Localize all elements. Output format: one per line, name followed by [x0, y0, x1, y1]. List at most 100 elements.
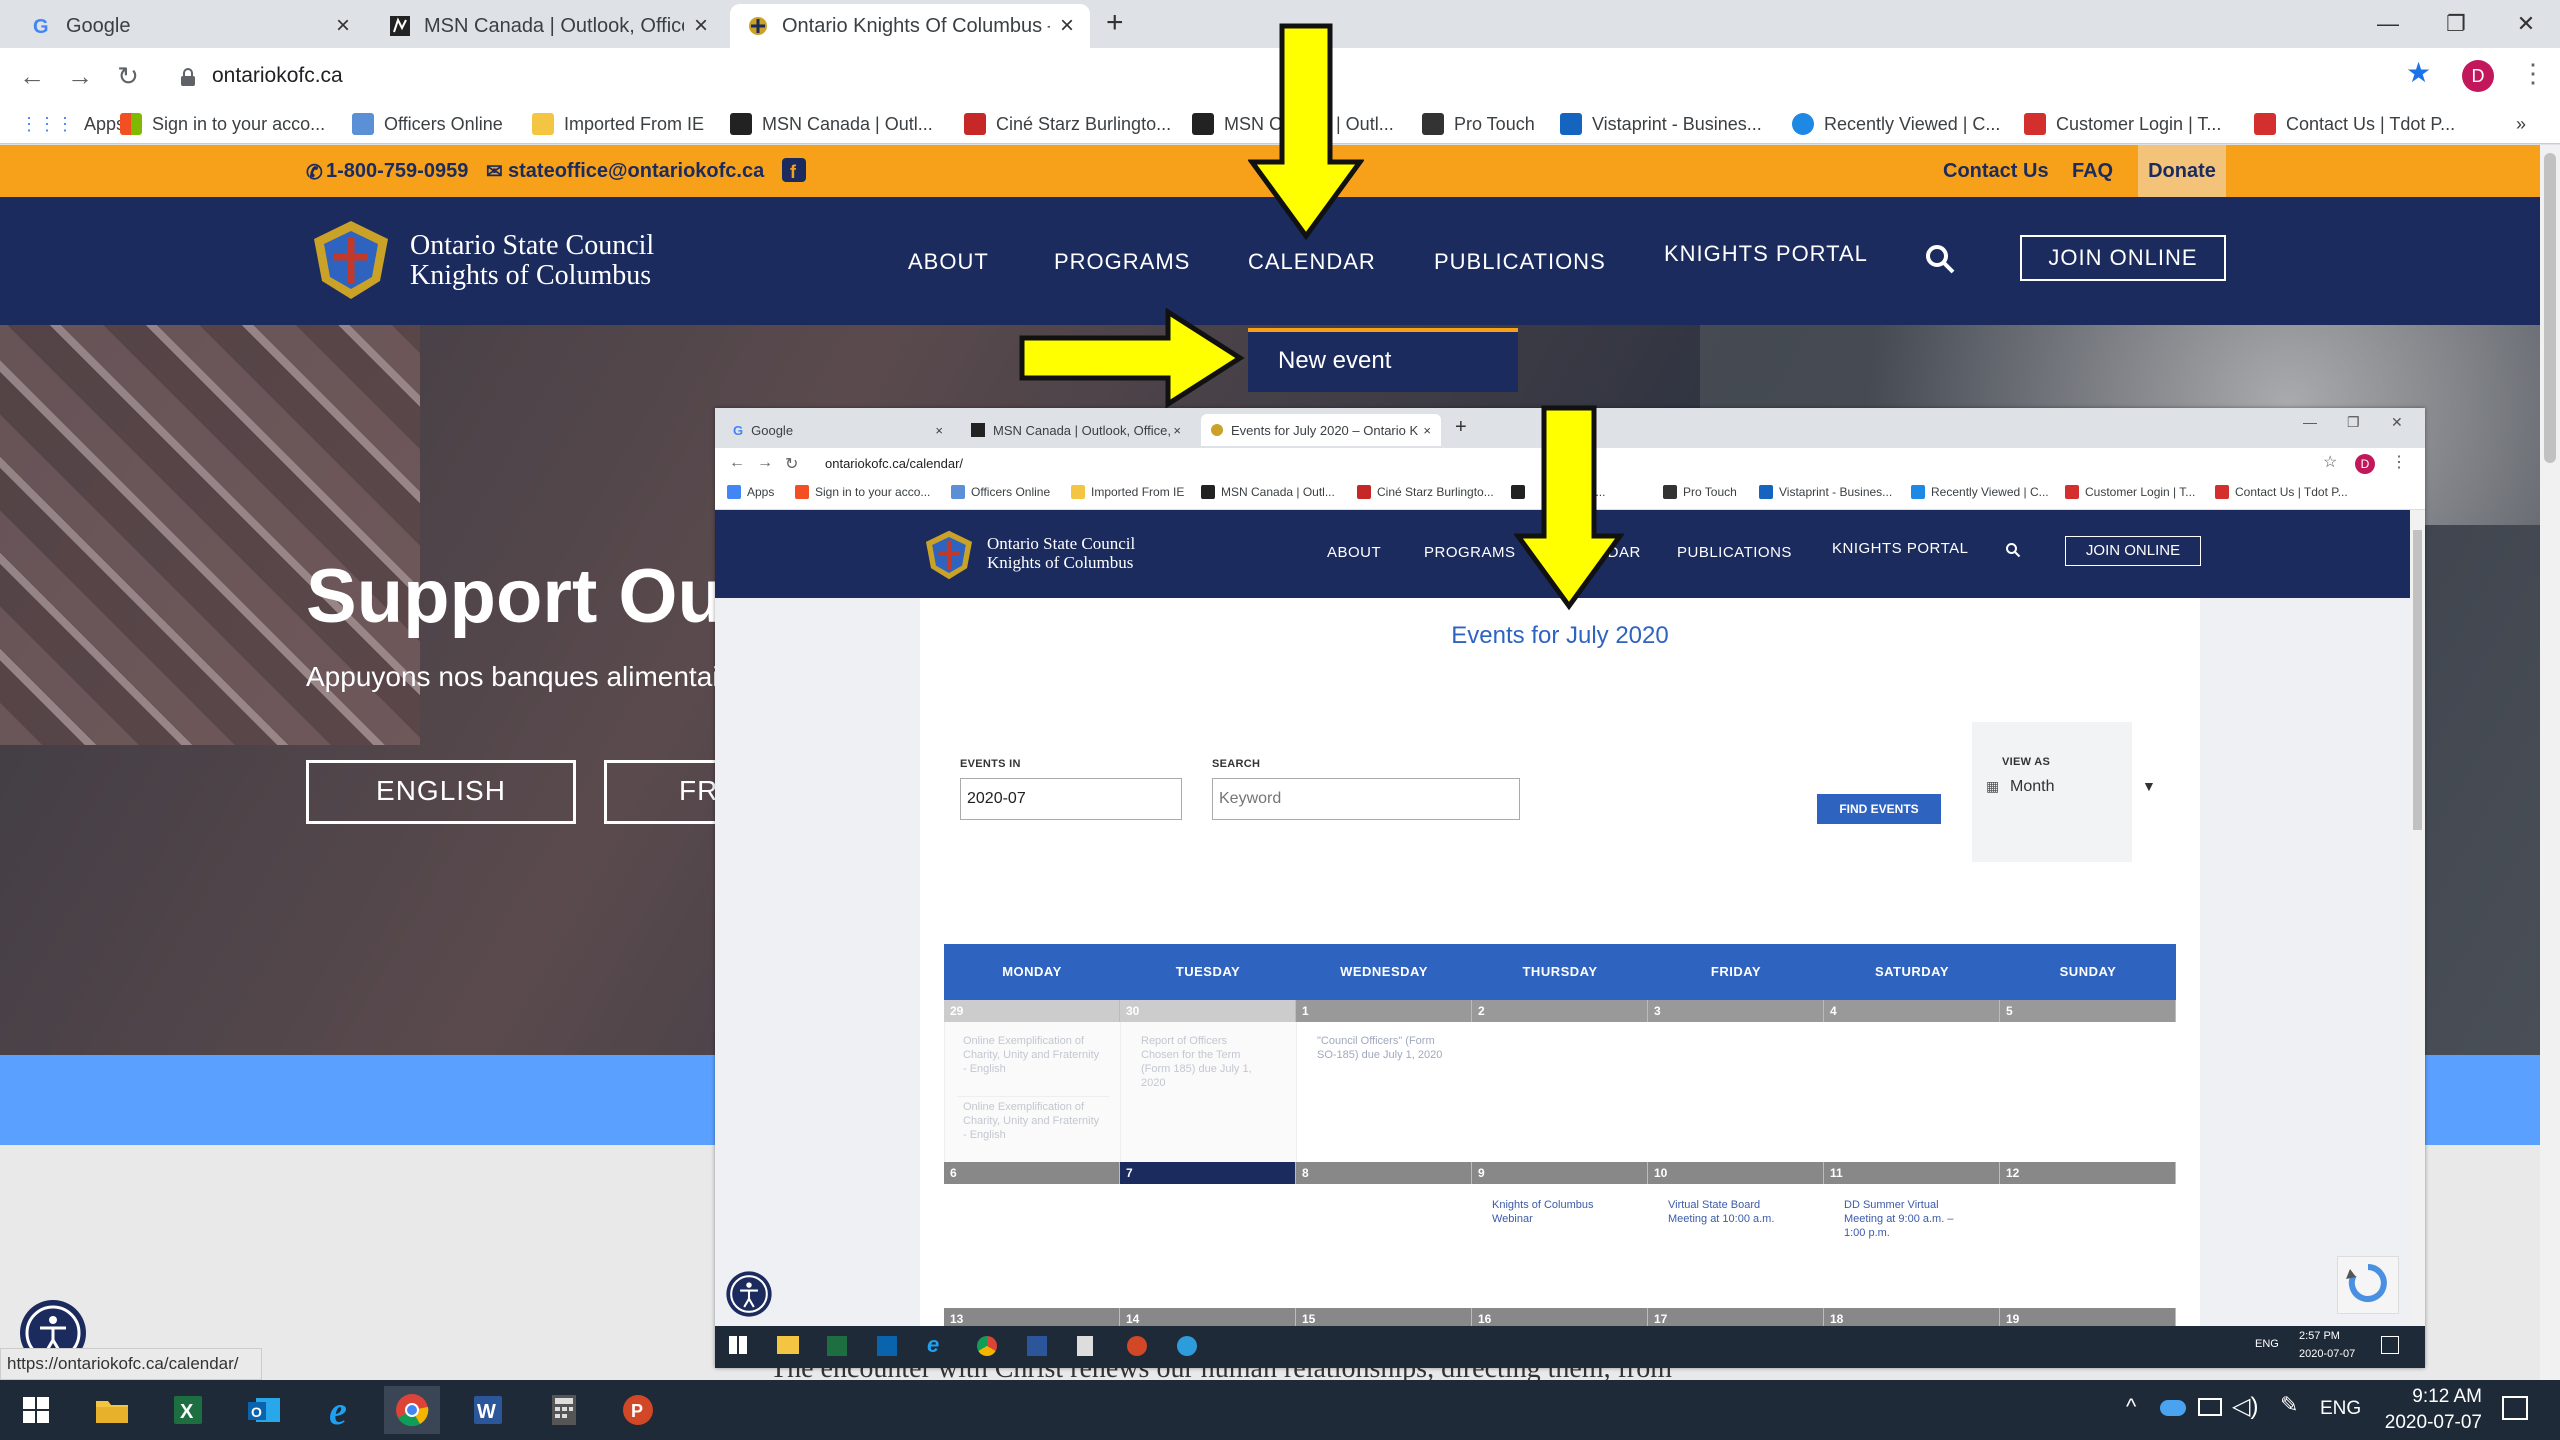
inset-word-icon[interactable]	[1027, 1336, 1047, 1356]
inset-join-online-button[interactable]: JOIN ONLINE	[2065, 536, 2201, 566]
inset-bookmark[interactable]: Sign in to your acco...	[795, 482, 930, 502]
internet-explorer-icon[interactable]: e	[310, 1386, 366, 1434]
bookmark-star-icon[interactable]: ★	[2406, 56, 2431, 89]
inset-calculator-icon[interactable]	[1077, 1336, 1093, 1356]
inset-bookmark[interactable]: Vistaprint - Busines...	[1759, 482, 1892, 502]
tab-google[interactable]: G Google ×	[14, 4, 366, 48]
inset-new-tab-icon[interactable]: +	[1455, 416, 1467, 439]
inset-close-icon[interactable]: ✕	[2391, 414, 2403, 431]
inset-scrollbar[interactable]	[2410, 510, 2425, 1326]
pen-icon[interactable]: ✎	[2280, 1392, 2298, 1418]
inset-restore-icon[interactable]: ❐	[2347, 414, 2360, 431]
language-indicator[interactable]: ENG	[2320, 1398, 2361, 1420]
keyword-search-input[interactable]	[1212, 778, 1520, 820]
inset-nav-programs[interactable]: PROGRAMS	[1424, 544, 1516, 561]
excel-icon[interactable]: X	[160, 1386, 216, 1434]
day-number[interactable]: 1	[1296, 1000, 1472, 1022]
day-number[interactable]: 8	[1296, 1162, 1472, 1184]
inset-bookmark[interactable]: MSN Canada | Outl...	[1201, 482, 1335, 502]
event-link[interactable]: Report of Officers Chosen for the Term (…	[1141, 1034, 1265, 1090]
day-number[interactable]: 9	[1472, 1162, 1648, 1184]
inset-kofc-emblem-icon[interactable]	[921, 528, 977, 582]
scrollbar-thumb[interactable]	[2544, 153, 2556, 463]
bookmark-customer-login[interactable]: Customer Login | T...	[2024, 110, 2221, 138]
inset-bookmark[interactable]: Pro Touch	[1663, 482, 1737, 502]
volume-icon[interactable]: ◁)	[2232, 1392, 2258, 1421]
back-icon[interactable]: ←	[14, 58, 50, 94]
inset-bookmark[interactable]: Customer Login | T...	[2065, 482, 2195, 502]
file-explorer-icon[interactable]	[84, 1386, 140, 1434]
inset-powerpoint-icon[interactable]	[1127, 1336, 1147, 1356]
inset-tray-time[interactable]: 2:57 PM	[2299, 1330, 2340, 1342]
nav-knights-portal[interactable]: KNIGHTS PORTAL	[1664, 241, 1868, 267]
facebook-icon[interactable]: f	[782, 158, 806, 182]
inset-windows-start-icon[interactable]	[729, 1336, 747, 1354]
day-number[interactable]: 3	[1648, 1000, 1824, 1022]
inset-nav-publications[interactable]: PUBLICATIONS	[1677, 544, 1792, 561]
outlook-icon[interactable]: O	[236, 1386, 292, 1434]
close-tab-icon[interactable]: ×	[935, 423, 943, 438]
inset-tab-google[interactable]: G Google ×	[723, 414, 953, 446]
inset-bookmark[interactable]: Apps	[727, 482, 774, 502]
bookmark-vistaprint[interactable]: Vistaprint - Busines...	[1560, 110, 1762, 138]
close-tab-icon[interactable]: ×	[1060, 12, 1074, 40]
bookmark-contact-us[interactable]: Contact Us | Tdot P...	[2254, 110, 2455, 138]
donate-button[interactable]: Donate	[2138, 145, 2226, 197]
day-number[interactable]: 10	[1648, 1162, 1824, 1184]
search-icon[interactable]	[1924, 243, 1956, 275]
recaptcha-badge[interactable]	[2337, 1256, 2399, 1314]
phone-link[interactable]: 1-800-759-0959	[326, 160, 468, 183]
event-link[interactable]: Online Exemplification of Charity, Unity…	[963, 1034, 1103, 1076]
minimize-icon[interactable]: —	[2368, 6, 2408, 42]
action-center-icon[interactable]	[2502, 1396, 2528, 1420]
day-number-today[interactable]: 7	[1120, 1162, 1296, 1184]
inset-file-explorer-icon[interactable]	[777, 1336, 799, 1354]
inset-profile-avatar[interactable]: D	[2355, 454, 2375, 474]
restore-icon[interactable]: ❐	[2436, 6, 2476, 42]
inset-menu-icon[interactable]: ⋮	[2391, 452, 2407, 472]
faq-link[interactable]: FAQ	[2072, 160, 2113, 183]
event-link[interactable]: Virtual State Board Meeting at 10:00 a.m…	[1668, 1198, 1796, 1226]
events-in-field[interactable]: 2020-07	[960, 778, 1182, 820]
bookmark-recently-viewed[interactable]: Recently Viewed | C...	[1792, 110, 2000, 138]
inset-app-icon[interactable]	[1177, 1336, 1197, 1356]
reload-icon[interactable]: ↻	[110, 58, 146, 94]
inset-excel-icon[interactable]	[827, 1336, 847, 1356]
event-link[interactable]: Online Exemplification of Charity, Unity…	[963, 1100, 1103, 1142]
bookmark-msn[interactable]: MSN Canada | Outl...	[730, 110, 933, 138]
day-number[interactable]: 12	[2000, 1162, 2176, 1184]
bookmark-officers-online[interactable]: Officers Online	[352, 110, 503, 138]
close-tab-icon[interactable]: ×	[694, 12, 708, 40]
inset-back-icon[interactable]: ←	[729, 454, 745, 472]
inset-search-icon[interactable]	[2005, 542, 2021, 558]
day-number[interactable]: 29	[944, 1000, 1120, 1022]
inset-bookmark[interactable]: Ciné Starz Burlingto...	[1357, 482, 1494, 502]
inset-brand-line-1[interactable]: Ontario State Council	[987, 534, 1135, 553]
windows-start-icon[interactable]	[8, 1386, 64, 1434]
word-icon[interactable]: W	[460, 1386, 516, 1434]
inset-address-bar[interactable]: ontariokofc.ca/calendar/	[825, 456, 963, 471]
inset-notification-icon[interactable]	[2381, 1336, 2399, 1354]
bookmark-cine-starz[interactable]: Ciné Starz Burlingto...	[964, 110, 1171, 138]
inset-forward-icon[interactable]: →	[757, 454, 773, 472]
clock-time[interactable]: 9:12 AM	[2386, 1386, 2482, 1408]
menu-icon[interactable]: ⋮	[2520, 58, 2546, 89]
calendar-dropdown-new-event[interactable]: New event	[1248, 328, 1518, 392]
inset-reload-icon[interactable]: ↻	[785, 454, 798, 474]
inset-brand-line-2[interactable]: Knights of Columbus	[987, 553, 1133, 572]
inset-minimize-icon[interactable]: —	[2303, 414, 2317, 430]
inset-accessibility-icon[interactable]	[725, 1270, 773, 1318]
inset-chrome-icon[interactable]	[977, 1336, 997, 1356]
brand-line-2[interactable]: Knights of Columbus	[410, 261, 651, 291]
event-link[interactable]: DD Summer Virtual Meeting at 9:00 a.m. –…	[1844, 1198, 1972, 1240]
close-tab-icon[interactable]: ×	[1423, 423, 1431, 438]
nav-calendar[interactable]: CALENDAR	[1248, 249, 1376, 275]
inset-scrollbar-thumb[interactable]	[2413, 530, 2422, 830]
page-scrollbar[interactable]	[2540, 145, 2560, 1380]
email-link[interactable]: stateoffice@ontariokofc.ca	[508, 160, 764, 183]
inset-ie-icon[interactable]: e	[927, 1332, 939, 1358]
inset-bookmark[interactable]: Officers Online	[951, 482, 1050, 502]
contact-us-link[interactable]: Contact Us	[1943, 160, 2049, 183]
day-number[interactable]: 11	[1824, 1162, 2000, 1184]
nav-about[interactable]: ABOUT	[908, 249, 989, 275]
